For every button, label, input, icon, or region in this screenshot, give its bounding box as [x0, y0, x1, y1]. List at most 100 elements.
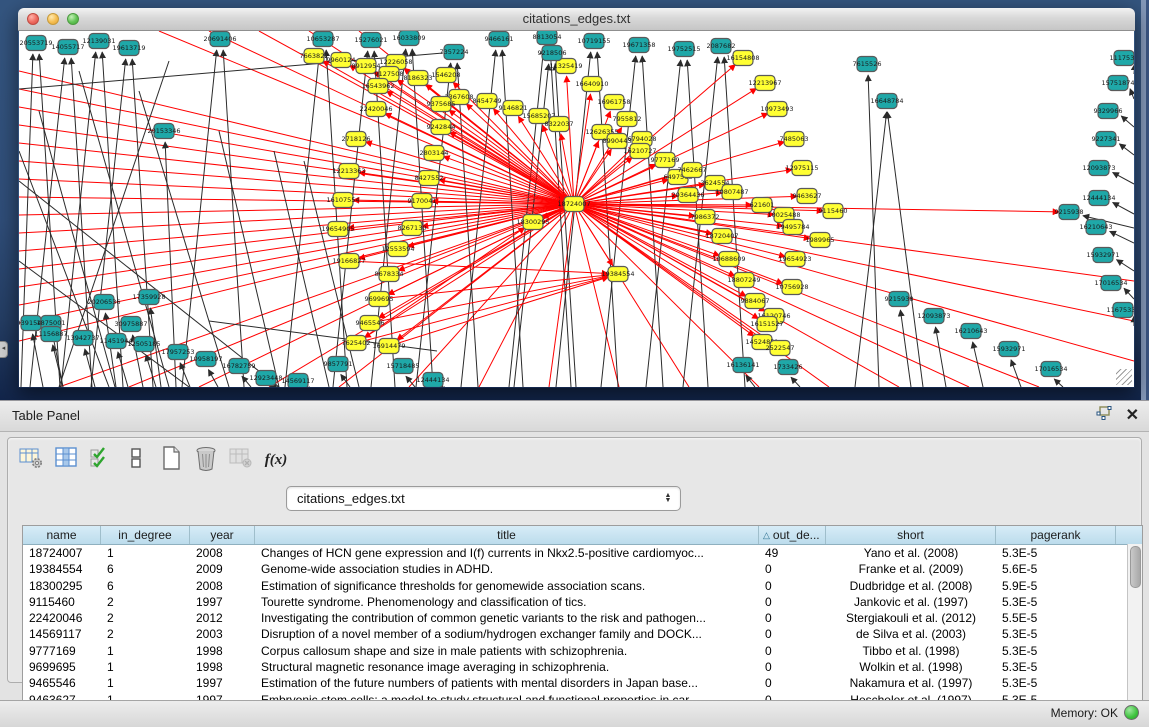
cell-in_degree[interactable]: 1: [101, 545, 190, 561]
graph-node[interactable]: 15718485: [386, 359, 419, 374]
cell-title[interactable]: Estimation of significance thresholds fo…: [255, 578, 759, 594]
graph-node[interactable]: 7485063: [780, 132, 809, 147]
graph-node[interactable]: 9215938: [885, 292, 914, 307]
cell-name[interactable]: 14569117: [23, 626, 101, 642]
graph-node[interactable]: 12213967: [748, 76, 781, 91]
cell-pagerank[interactable]: 5.3E-5: [996, 643, 1116, 659]
graph-node[interactable]: 9465546: [356, 316, 385, 331]
cell-short[interactable]: Wolkin et al. (1998): [826, 659, 996, 675]
cell-year[interactable]: 2012: [190, 610, 255, 626]
graph-node[interactable]: 17016534: [1094, 276, 1127, 291]
cell-in_degree[interactable]: 1: [101, 675, 190, 691]
graph-node[interactable]: 7357224: [440, 45, 469, 60]
column-header-title[interactable]: title: [255, 526, 759, 544]
graph-node[interactable]: 20553719: [19, 36, 52, 51]
cell-title[interactable]: Corpus callosum shape and size in male p…: [255, 643, 759, 659]
cell-title[interactable]: Investigating the contribution of common…: [255, 610, 759, 626]
graph-node[interactable]: 18720407: [705, 229, 738, 244]
graph-node[interactable]: 19613719: [112, 41, 145, 56]
graph-node[interactable]: 9884067: [741, 294, 770, 309]
graph-node[interactable]: 19752515: [667, 42, 700, 57]
graph-node[interactable]: 16210643: [954, 324, 987, 339]
close-panel-icon[interactable]: ✕: [1126, 408, 1139, 424]
column-header-name[interactable]: name: [23, 526, 101, 544]
graph-node[interactable]: 1989965: [806, 233, 835, 248]
graph-node[interactable]: 2803144: [420, 146, 449, 161]
cell-short[interactable]: Dudbridge et al. (2008): [826, 578, 996, 594]
cell-title[interactable]: Tourette syndrome. Phenomenology and cla…: [255, 594, 759, 610]
cell-pagerank[interactable]: 5.3E-5: [996, 659, 1116, 675]
graph-node[interactable]: 12139031: [82, 34, 115, 49]
graph-node[interactable]: 16914479: [372, 339, 405, 354]
graph-node[interactable]: 8322037: [545, 117, 574, 132]
cell-title[interactable]: Changes of HCN gene expression and I(f) …: [255, 545, 759, 561]
cell-pagerank[interactable]: 5.5E-5: [996, 610, 1116, 626]
delete-column-button[interactable]: [191, 445, 221, 475]
graph-node[interactable]: 8267130: [398, 221, 427, 236]
cell-out_de[interactable]: 0: [759, 643, 826, 659]
graph-node[interactable]: 16961758: [597, 95, 630, 110]
graph-node[interactable]: 8454749: [473, 94, 502, 109]
cell-title[interactable]: Genome-wide association studies in ADHD.: [255, 561, 759, 577]
cell-out_de[interactable]: 0: [759, 578, 826, 594]
cell-year[interactable]: 2008: [190, 545, 255, 561]
row-height-button[interactable]: [121, 445, 151, 475]
cell-year[interactable]: 2008: [190, 578, 255, 594]
graph-node[interactable]: 16640910: [575, 77, 608, 92]
cell-out_de[interactable]: 0: [759, 626, 826, 642]
selection-mode-button[interactable]: [86, 445, 116, 475]
cell-in_degree[interactable]: 2: [101, 610, 190, 626]
cell-name[interactable]: 9115460: [23, 594, 101, 610]
cell-title[interactable]: Estimation of the future numbers of pati…: [255, 675, 759, 691]
cell-name[interactable]: 18724007: [23, 545, 101, 561]
graph-node[interactable]: 15751874: [1101, 76, 1134, 91]
cell-out_de[interactable]: 0: [759, 675, 826, 691]
cell-in_degree[interactable]: 2: [101, 594, 190, 610]
vertical-scrollbar[interactable]: [1127, 544, 1142, 708]
cell-out_de[interactable]: 0: [759, 561, 826, 577]
graph-node[interactable]: 2087682: [707, 39, 736, 54]
column-header-pagerank[interactable]: pagerank: [996, 526, 1116, 544]
create-column-button[interactable]: [156, 445, 186, 475]
graph-node[interactable]: 12975115: [785, 161, 818, 176]
graph-node[interactable]: 9777169: [651, 153, 680, 168]
cell-year[interactable]: 2003: [190, 626, 255, 642]
graph-node[interactable]: 16648784: [870, 94, 903, 109]
graph-node[interactable]: 10756928: [775, 280, 808, 295]
graph-node[interactable]: 10653287: [306, 32, 339, 47]
graph-node[interactable]: 12093873: [917, 309, 950, 324]
memory-status-button[interactable]: Memory: OK: [1051, 705, 1139, 720]
cell-out_de[interactable]: 49: [759, 545, 826, 561]
cell-short[interactable]: Yano et al. (2008): [826, 545, 996, 561]
graph-node[interactable]: 19671358: [622, 38, 655, 53]
cell-pagerank[interactable]: 5.3E-5: [996, 594, 1116, 610]
cell-pagerank[interactable]: 5.9E-5: [996, 578, 1116, 594]
graph-node[interactable]: 10688609: [712, 252, 745, 267]
cell-year[interactable]: 2009: [190, 561, 255, 577]
import-table-button[interactable]: [226, 445, 256, 475]
graph-node[interactable]: 12093873: [1082, 161, 1115, 176]
graph-node[interactable]: 2522547: [766, 341, 795, 356]
cell-name[interactable]: 9699695: [23, 659, 101, 675]
column-header-in_degree[interactable]: in_degree: [101, 526, 190, 544]
column-header-year[interactable]: year: [190, 526, 255, 544]
cell-in_degree[interactable]: 6: [101, 578, 190, 594]
graph-node[interactable]: 12923448: [249, 371, 282, 386]
cell-pagerank[interactable]: 5.3E-5: [996, 675, 1116, 691]
graph-node[interactable]: 7663822: [300, 49, 329, 64]
cell-in_degree[interactable]: 1: [101, 659, 190, 675]
cell-year[interactable]: 1997: [190, 594, 255, 610]
cell-out_de[interactable]: 0: [759, 610, 826, 626]
graph-node[interactable]: 9375685: [427, 97, 456, 112]
graph-node[interactable]: 1546208: [432, 68, 461, 83]
graph-node[interactable]: 1733426: [774, 360, 803, 375]
graph-node[interactable]: 9463627: [793, 189, 822, 204]
graph-node[interactable]: 14055717: [51, 40, 84, 55]
table-selector-dropdown[interactable]: citations_edges.txt ▲▼: [286, 486, 681, 511]
cell-short[interactable]: Jankovic et al. (1997): [826, 594, 996, 610]
column-header-short[interactable]: short: [826, 526, 996, 544]
graph-node[interactable]: 8678334: [375, 267, 404, 282]
graph-node[interactable]: 12444134: [416, 373, 449, 388]
control-panel-collapse-handle[interactable]: ◂: [0, 341, 8, 358]
graph-node[interactable]: 9242844: [427, 120, 456, 135]
